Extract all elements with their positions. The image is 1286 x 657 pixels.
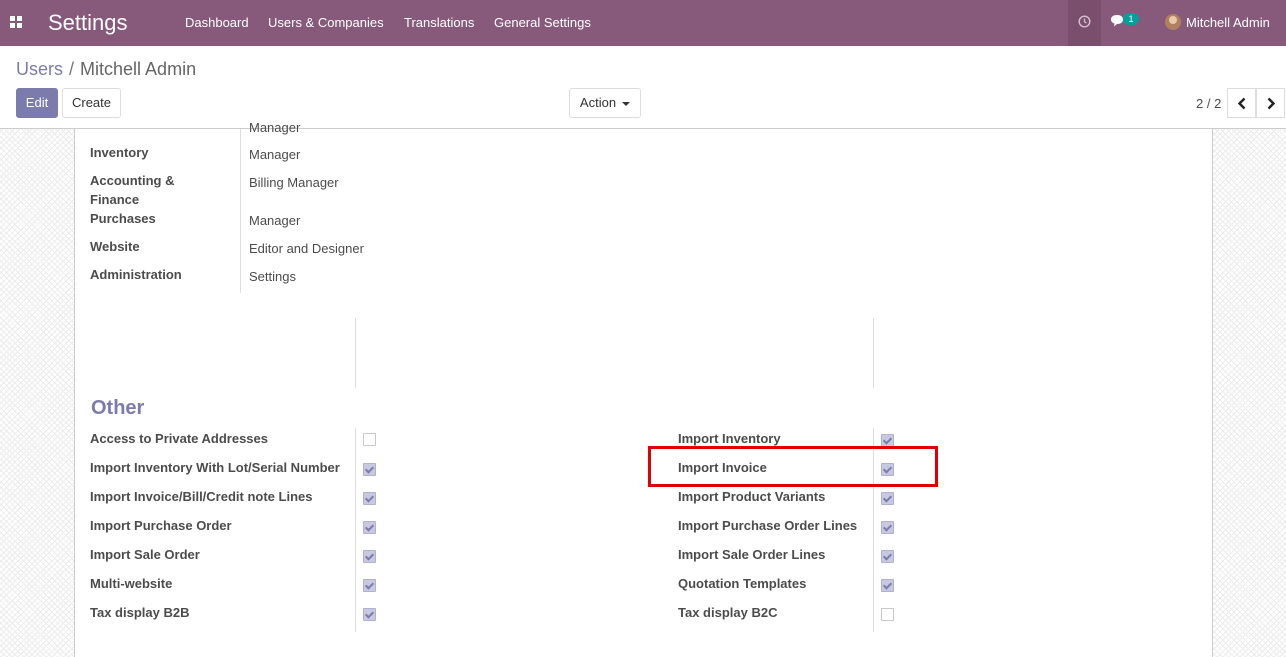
breadcrumb-users[interactable]: Users [16, 59, 63, 79]
checkbox-import-inventory-lot[interactable] [363, 463, 376, 476]
pager-previous-button[interactable] [1227, 88, 1256, 118]
access-label-website: Website [90, 239, 140, 254]
access-value-inventory[interactable]: Manager [249, 145, 300, 164]
access-value-accounting[interactable]: Billing Manager [249, 173, 339, 192]
other-label-multi-website: Multi-website [90, 576, 173, 591]
chevron-right-icon [1267, 97, 1276, 110]
menu-dashboard[interactable]: Dashboard [185, 15, 249, 30]
access-label-administration: Administration [90, 267, 182, 282]
checkbox-import-sale-order-lines[interactable] [881, 550, 894, 563]
checkbox-import-invoice-lines[interactable] [363, 492, 376, 505]
section-title-other: Other [91, 397, 145, 419]
empty-group-divider-right [873, 318, 874, 388]
menu-users-companies[interactable]: Users & Companies [268, 15, 384, 30]
other-label-import-purchase-order-lines: Import Purchase Order Lines [678, 518, 858, 533]
other-label-import-sale-order: Import Sale Order [90, 547, 200, 562]
other-label-import-inventory-lot: Import Inventory With Lot/Serial Number [90, 460, 340, 475]
menu-translations[interactable]: Translations [404, 15, 474, 30]
other-label-import-purchase-order: Import Purchase Order [90, 518, 232, 533]
menu-general-settings[interactable]: General Settings [494, 15, 591, 30]
app-title: Settings [48, 10, 128, 35]
other-label-import-product-variants: Import Product Variants [678, 489, 826, 504]
highlight-annotation-box [648, 446, 938, 487]
access-value-website[interactable]: Editor and Designer [249, 239, 364, 258]
other-label-tax-b2b: Tax display B2B [90, 605, 190, 620]
access-label-inventory: Inventory [90, 145, 149, 160]
checkbox-quotation-templates[interactable] [881, 579, 894, 592]
apps-menu-icon[interactable] [10, 16, 22, 28]
user-menu[interactable]: Mitchell Admin [1186, 15, 1270, 30]
checkbox-import-sale-order[interactable] [363, 550, 376, 563]
caret-down-icon [622, 101, 631, 106]
access-value-administration[interactable]: Settings [249, 267, 296, 286]
breadcrumb-separator: / [69, 59, 75, 79]
empty-group-divider-left [355, 318, 356, 388]
other-divider-left [355, 428, 356, 632]
access-label-purchases: Purchases [90, 211, 156, 226]
pager-value[interactable]: 2 / 2 [1196, 96, 1221, 111]
create-button[interactable]: Create [62, 88, 121, 118]
other-label-import-sale-order-lines: Import Sale Order Lines [678, 547, 826, 562]
checkbox-import-product-variants[interactable] [881, 492, 894, 505]
form-sheet [74, 129, 1213, 657]
checkbox-tax-b2b[interactable] [363, 608, 376, 621]
breadcrumb: Users / Mitchell Admin [16, 59, 196, 80]
checkbox-tax-b2c[interactable] [881, 608, 894, 621]
access-divider [240, 129, 241, 293]
access-label-accounting: Accounting & Finance [90, 173, 175, 207]
checkbox-import-purchase-order[interactable] [363, 521, 376, 534]
action-dropdown[interactable]: Action [569, 88, 641, 118]
other-label-access-private-addresses: Access to Private Addresses [90, 431, 269, 446]
chevron-left-icon [1237, 97, 1246, 110]
clock-icon [1078, 15, 1091, 28]
edit-button[interactable]: Edit [16, 88, 58, 118]
top-navbar: Settings Dashboard Users & Companies Tra… [0, 0, 1286, 46]
pager-next-button[interactable] [1256, 88, 1285, 118]
other-label-import-invoice-lines: Import Invoice/Bill/Credit note Lines [90, 489, 313, 504]
breadcrumb-current: Mitchell Admin [80, 59, 197, 79]
control-panel: Users / Mitchell Admin Edit Create Action … [0, 46, 1286, 129]
other-label-tax-b2c: Tax display B2C [678, 605, 778, 620]
action-label: Action [579, 95, 617, 110]
other-label-quotation-templates: Quotation Templates [678, 576, 807, 591]
access-value-cut-off[interactable]: Manager [249, 118, 300, 137]
checkbox-import-purchase-order-lines[interactable] [881, 521, 894, 534]
checkbox-multi-website[interactable] [363, 579, 376, 592]
chat-badge: 1 [1123, 13, 1139, 25]
checkbox-access-private-addresses[interactable] [363, 433, 376, 446]
activity-button[interactable] [1068, 0, 1101, 46]
access-value-purchases[interactable]: Manager [249, 211, 300, 230]
avatar[interactable] [1165, 14, 1181, 30]
